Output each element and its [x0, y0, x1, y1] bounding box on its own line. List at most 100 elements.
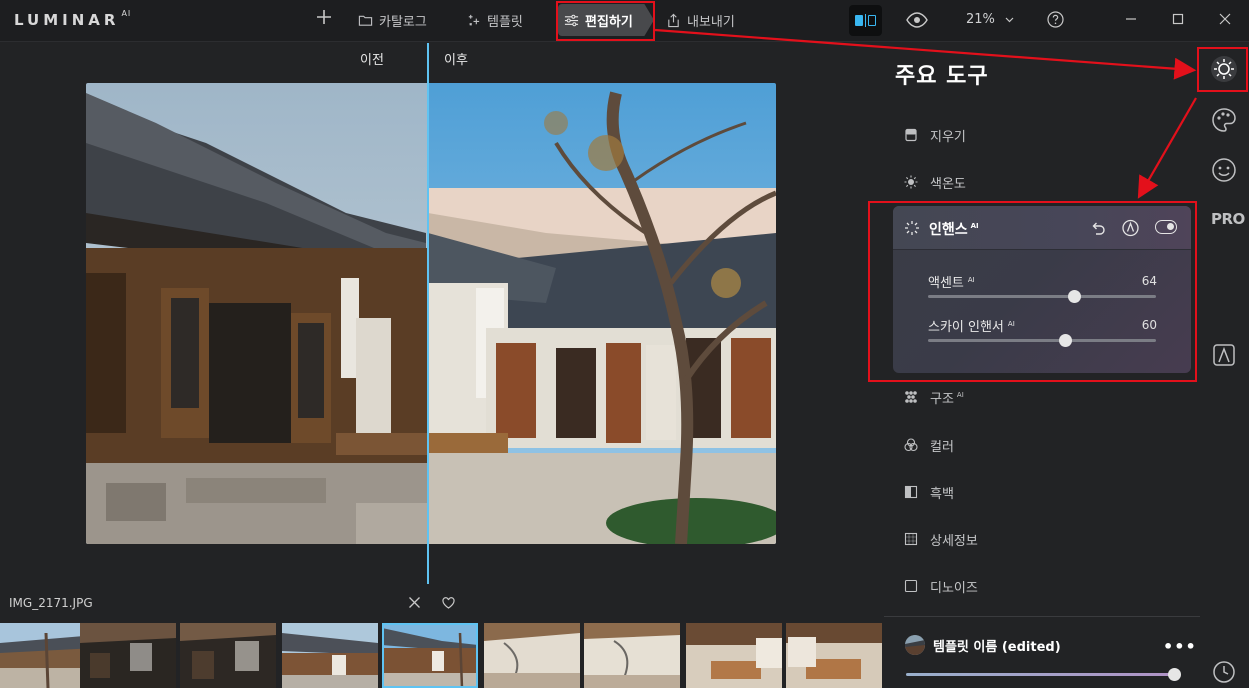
- eraser-icon: [905, 128, 917, 142]
- thumb-image: [282, 623, 378, 688]
- enhance-header[interactable]: 인핸스 AI: [893, 206, 1191, 250]
- sky-enhancer-label: 스카이 인핸서 AI: [928, 319, 1015, 335]
- sky-enhancer-slider[interactable]: [928, 334, 1156, 347]
- compare-after-icon: [868, 15, 876, 26]
- thumb-image: [686, 623, 782, 688]
- accent-slider-handle[interactable]: [1067, 290, 1081, 303]
- template-name: 템플릿 이름 (edited): [933, 639, 1061, 655]
- sliders-icon: [564, 14, 579, 26]
- tool-color-label: 컬러: [930, 439, 954, 455]
- folder-icon: [358, 15, 373, 26]
- tool-erase[interactable]: 지우기: [904, 125, 966, 145]
- thumb-image: [484, 623, 580, 688]
- essentials-sun-icon[interactable]: [1210, 55, 1238, 83]
- thumb-image: [382, 623, 478, 688]
- template-amount-slider[interactable]: [906, 668, 1181, 681]
- tab-templates-label: 템플릿: [487, 14, 523, 30]
- tool-details-label: 상세정보: [930, 533, 978, 549]
- tab-catalog-label: 카탈로그: [379, 14, 427, 30]
- enhance-tool-card: 인핸스 AI 액센트 AI 64 스카이 인핸서 AI 60: [893, 206, 1191, 373]
- thumb-image: [80, 623, 176, 688]
- palette-icon[interactable]: [1210, 106, 1238, 134]
- filmstrip-thumb[interactable]: [180, 623, 276, 688]
- tool-denoise[interactable]: 디노이즈: [904, 576, 978, 596]
- sun-icon: [904, 175, 918, 189]
- heart-icon[interactable]: [442, 597, 455, 609]
- arrow-to-enhance: [1137, 97, 1197, 199]
- tab-templates[interactable]: 템플릿: [458, 6, 531, 34]
- magic-wand-icon: [905, 221, 919, 235]
- filmstrip-thumb[interactable]: [686, 623, 782, 688]
- plus-icon: [317, 10, 331, 24]
- reject-icon[interactable]: [408, 596, 421, 609]
- tool-erase-label: 지우기: [930, 129, 966, 145]
- tool-denoise-label: 디노이즈: [930, 580, 978, 596]
- share-icon: [668, 13, 679, 27]
- tool-structure[interactable]: 구조 AI: [904, 387, 964, 407]
- compare-before-icon: [855, 15, 863, 26]
- compare-button[interactable]: [849, 5, 882, 36]
- enhance-visibility-toggle[interactable]: [1155, 220, 1177, 234]
- template-more-button[interactable]: •••: [1163, 637, 1197, 656]
- tool-color-temperature[interactable]: 색온도: [904, 172, 966, 192]
- enhance-title: 인핸스 AI: [929, 222, 979, 238]
- filmstrip: [0, 623, 882, 688]
- panel-divider: [884, 616, 1200, 617]
- filmstrip-thumb[interactable]: [584, 623, 680, 688]
- eye-icon[interactable]: [906, 11, 928, 29]
- tool-color-temperature-label: 색온도: [930, 176, 966, 192]
- tab-edit-label: 편집하기: [585, 14, 633, 30]
- tab-catalog[interactable]: 카탈로그: [350, 6, 435, 34]
- compare-split-icon: [865, 14, 866, 27]
- tab-export-label: 내보내기: [687, 14, 735, 30]
- accent-value[interactable]: 64: [1142, 274, 1157, 288]
- tool-structure-label: 구조 AI: [930, 391, 964, 407]
- tab-edit[interactable]: 편집하기: [558, 4, 654, 36]
- add-button[interactable]: [316, 8, 332, 30]
- photo-canvas[interactable]: [86, 83, 776, 544]
- accent-slider[interactable]: [928, 290, 1156, 303]
- file-name: IMG_2171.JPG: [9, 596, 93, 610]
- top-bar: LUMINAR AI 카탈로그 템플릿 편집하기 내보내기 21%: [0, 0, 1249, 42]
- close-icon[interactable]: [1218, 12, 1232, 26]
- maximize-icon[interactable]: [1171, 12, 1185, 26]
- sky-enhancer-slider-handle[interactable]: [1058, 334, 1072, 347]
- black-white-icon: [904, 485, 918, 499]
- before-label: 이전: [360, 53, 384, 68]
- filmstrip-thumb[interactable]: [80, 623, 176, 688]
- pro-tools-button[interactable]: PRO: [1211, 210, 1245, 228]
- details-grid-icon: [904, 532, 918, 546]
- minimize-icon[interactable]: [1124, 12, 1138, 26]
- tab-export[interactable]: 내보내기: [658, 6, 743, 34]
- sparkle-icon: [468, 14, 480, 26]
- local-mask-icon[interactable]: [1210, 341, 1238, 369]
- structure-icon: [905, 391, 917, 403]
- tool-color[interactable]: 컬러: [904, 435, 954, 455]
- chevron-down-icon: [1005, 17, 1014, 22]
- accent-label: 액센트 AI: [928, 275, 975, 291]
- sky-enhancer-value[interactable]: 60: [1142, 318, 1157, 332]
- tool-details[interactable]: 상세정보: [904, 529, 978, 549]
- undo-icon[interactable]: [1090, 220, 1106, 236]
- filmstrip-thumb[interactable]: [786, 623, 882, 688]
- filmstrip-thumb[interactable]: [282, 623, 378, 688]
- before-after-divider[interactable]: [427, 43, 429, 584]
- template-thumbnail-icon: [905, 635, 925, 655]
- tool-black-white[interactable]: 흑백: [904, 482, 954, 502]
- template-avatar: [905, 635, 925, 655]
- mask-icon[interactable]: [1122, 219, 1139, 237]
- filmstrip-thumb-selected[interactable]: [382, 623, 478, 688]
- denoise-icon: [904, 579, 918, 593]
- thumb-image: [786, 623, 882, 688]
- thumb-image: [180, 623, 276, 688]
- zoom-level: 21%: [966, 12, 995, 27]
- zoom-dropdown[interactable]: 21%: [966, 12, 1014, 27]
- hanok-photo: [86, 83, 776, 544]
- portrait-face-icon[interactable]: [1210, 156, 1238, 184]
- app-logo: LUMINAR AI: [14, 9, 132, 29]
- history-clock-icon[interactable]: [1210, 658, 1238, 686]
- template-amount-handle[interactable]: [1168, 668, 1181, 681]
- filmstrip-thumb[interactable]: [484, 623, 580, 688]
- template-info: 템플릿 이름 (edited): [905, 635, 1061, 655]
- help-icon[interactable]: [1047, 11, 1064, 28]
